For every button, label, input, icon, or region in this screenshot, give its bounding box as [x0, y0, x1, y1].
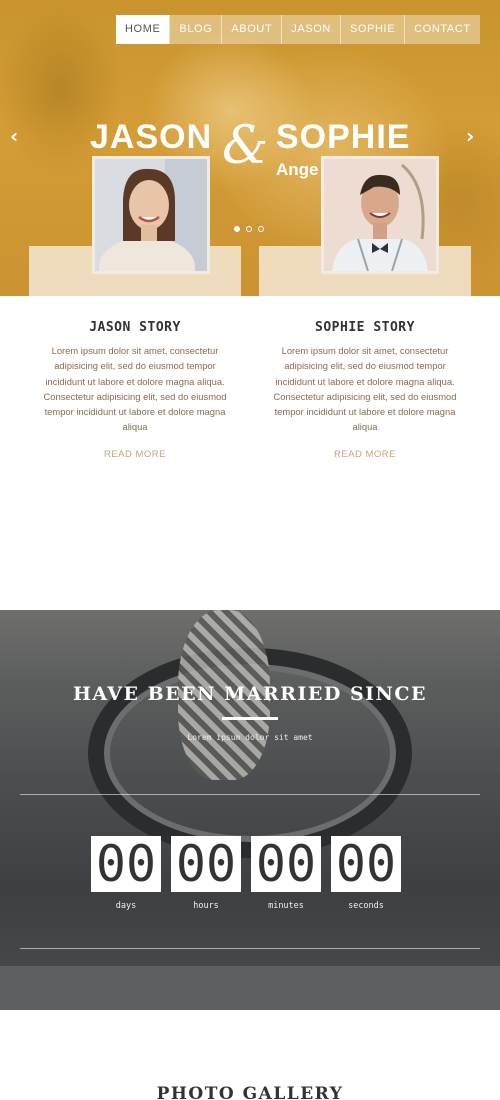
hours-label: hours [193, 901, 219, 911]
jason-story: JASON STORY Lorem ipsum dolor sit amet, … [40, 320, 230, 462]
slider-prev-icon[interactable]: ‹ [10, 124, 18, 148]
divider [20, 948, 480, 949]
nav-item-about[interactable]: ABOUT [221, 15, 282, 44]
groom-name-heading: JASON [90, 118, 213, 156]
nav-item-sophie[interactable]: SOPHIE [339, 15, 405, 44]
slider-dot[interactable] [246, 226, 252, 232]
ampersand-glyph: & [222, 116, 269, 176]
groom-portrait-image [321, 156, 439, 274]
hours-value: 00 [171, 836, 241, 892]
hero-subtitle: Ange [276, 160, 319, 179]
divider [20, 794, 480, 795]
countdown-subtitle: Lorem ipsum dolor sit amet [187, 733, 313, 742]
seconds-label: seconds [348, 901, 384, 911]
slider-dot[interactable] [234, 226, 240, 232]
countdown-timer: 00 days 00 hours 00 minutes 00 seconds [90, 836, 402, 911]
married-countdown: HAVE BEEN MARRIED SINCE Lorem ipsum dolo… [0, 610, 500, 1010]
hero-slider: HOME BLOG ABOUT JASON SOPHIE CONTACT ‹ › [0, 0, 500, 296]
nav-item-home[interactable]: HOME [116, 15, 170, 44]
slider-next-icon[interactable]: › [466, 124, 474, 148]
slider-pagination [234, 226, 264, 232]
seconds-value: 00 [331, 836, 401, 892]
main-nav: HOME BLOG ABOUT JASON SOPHIE CONTACT [116, 15, 480, 44]
read-more-link[interactable]: READ MORE [334, 449, 396, 460]
countdown-seconds: 00 seconds [330, 836, 402, 911]
read-more-link[interactable]: READ MORE [104, 449, 166, 460]
bride-name-heading: SOPHIE [276, 118, 411, 156]
nav-item-jason[interactable]: JASON [281, 15, 340, 44]
minutes-label: minutes [268, 901, 304, 911]
countdown-minutes: 00 minutes [250, 836, 322, 911]
countdown-days: 00 days [90, 836, 162, 911]
nav-item-contact[interactable]: CONTACT [404, 15, 480, 44]
sophie-story: SOPHIE STORY Lorem ipsum dolor sit amet,… [270, 320, 460, 462]
bride-portrait-image [92, 156, 210, 274]
days-label: days [115, 901, 137, 911]
nav-item-blog[interactable]: BLOG [169, 15, 222, 44]
story-title: SOPHIE STORY [315, 320, 415, 335]
story-text: Lorem ipsum dolor sit amet, consectetur … [43, 345, 227, 433]
days-value: 00 [91, 836, 161, 892]
slider-dot[interactable] [258, 226, 264, 232]
countdown-title: HAVE BEEN MARRIED SINCE [72, 683, 428, 705]
countdown-hours: 00 hours [170, 836, 242, 911]
minutes-value: 00 [251, 836, 321, 892]
title-underline [222, 717, 278, 720]
gallery-title: PHOTO GALLERY [156, 1084, 344, 1100]
story-text: Lorem ipsum dolor sit amet, consectetur … [273, 345, 457, 433]
story-title: JASON STORY [89, 320, 181, 335]
